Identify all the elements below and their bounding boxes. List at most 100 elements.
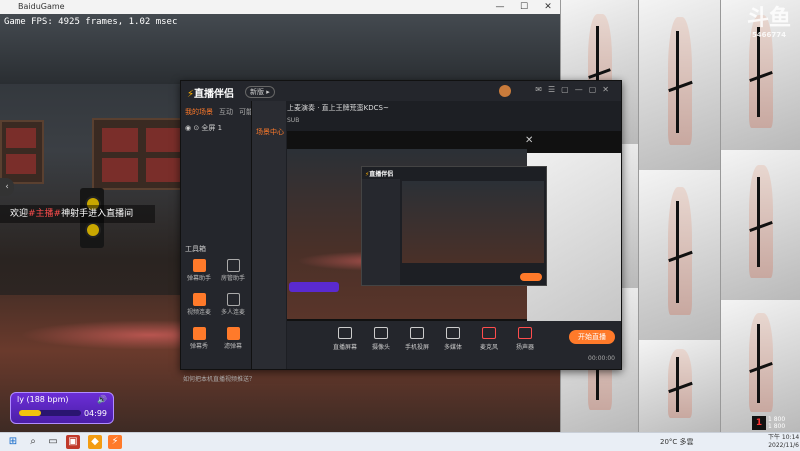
task-view-icon[interactable]: ▭ (46, 435, 60, 449)
clock[interactable]: 下午 10:14 2022/11/6 (768, 434, 799, 450)
tool-item[interactable]: 房管助手 (219, 257, 247, 285)
close-icon[interactable]: ✕ (525, 135, 533, 146)
action-label: 多媒体 (443, 344, 462, 351)
tool-item[interactable]: 弹幕助手 (185, 257, 213, 285)
search-icon[interactable]: ⌕ (26, 435, 40, 449)
chevron-left-icon[interactable]: ‹ (0, 178, 14, 196)
bottom-action-bar: 直播屏幕 摄像头 手机投屏 多媒体 麦克风 扬声器 开始直播 00:00:00 (287, 321, 621, 369)
tool-icon (192, 293, 206, 306)
game-titlebar: BaiduGame — ☐ ✕ (0, 0, 560, 14)
avatar[interactable] (499, 85, 511, 97)
action-icon (338, 327, 352, 339)
version-badge[interactable]: 新版 ▸ (245, 86, 275, 98)
taskbar-app-icon[interactable]: ◆ (88, 435, 102, 449)
app-name: 直播伴侣 (194, 89, 235, 100)
music-progress-fill (19, 410, 41, 416)
preview-canvas[interactable]: ✕ ⚡直播伴侣 (287, 131, 621, 321)
bottom-action[interactable]: 多媒体 (435, 327, 471, 351)
photo-tile (638, 340, 720, 432)
tray-stat: 1 800 (768, 423, 786, 430)
action-label: 手机投屏 (404, 344, 429, 351)
game-window-title: BaiduGame (18, 2, 65, 11)
start-live-button[interactable]: 开始直播 (569, 330, 615, 344)
weather-widget[interactable]: 20°C 多雲 (660, 437, 694, 447)
music-time: 04:99 (83, 409, 107, 418)
nested-app-title: ⚡直播伴侣 (365, 171, 394, 178)
help-note[interactable]: 如何把本机直播视频推送？ (183, 374, 255, 383)
welcome-suffix: 神射手进入直播间 (61, 209, 134, 219)
music-widget[interactable]: ly (188 bpm) 🔊 04:99 (10, 392, 114, 424)
action-label: 直播屏幕 (332, 344, 357, 351)
tool-icon (226, 259, 240, 272)
tool-label: 视频连麦 (186, 309, 211, 316)
watermark-id: 5466774 (751, 31, 787, 39)
tray-stat: 1 800 (768, 416, 786, 423)
tool-item[interactable]: 视频连麦 (185, 291, 213, 319)
action-icon (482, 327, 496, 339)
tool-icon (192, 259, 206, 272)
music-progress-bar[interactable] (19, 410, 81, 416)
taskbar-app-icon[interactable]: ⚡ (108, 435, 122, 449)
taskbar: ⊞ ⌕ ▭ ▣ ◆ ⚡ 20°C 多雲 下午 10:14 2022/11/6 (0, 432, 800, 451)
tray-badge: 1 (752, 416, 766, 430)
photo-column (720, 0, 800, 432)
minimize-button[interactable]: — (488, 0, 512, 14)
volume-icon[interactable]: 🔊 (97, 395, 107, 404)
maximize-button[interactable]: ☐ (512, 0, 536, 14)
action-icon (410, 327, 424, 339)
tool-item[interactable]: 滤弹幕 (219, 325, 247, 353)
watermark-logo: 斗鱼 (746, 6, 791, 31)
tool-icon (226, 293, 240, 306)
action-icon (446, 327, 460, 339)
scene-item[interactable]: ◉ ⊙ 全屏 1 (185, 123, 222, 133)
tool-label: 弹幕助手 (186, 275, 211, 282)
tool-label: 多人连麦 (220, 309, 245, 316)
music-title: ly (188 bpm) (17, 395, 69, 404)
stream-sub-bar: SUB (287, 117, 300, 124)
nested-app-preview: ⚡直播伴侣 (361, 166, 547, 286)
platform-watermark: 斗鱼 5466774 (746, 8, 792, 42)
action-label: 麦克风 (479, 344, 498, 351)
photo-tile (720, 300, 800, 432)
nested-music-widget (289, 282, 339, 292)
scene-center-title: 场景中心 (256, 128, 284, 136)
tray-stats: 1 800 1 800 (768, 416, 785, 430)
bottom-action[interactable]: 麦克风 (471, 327, 507, 351)
live-timer: 00:00:00 (588, 355, 615, 362)
bottom-action[interactable]: 直播屏幕 (327, 327, 363, 351)
fps-readout: Game FPS: 4925 frames, 1.02 msec (4, 17, 178, 27)
close-button[interactable]: ✕ (536, 0, 560, 14)
bottom-action[interactable]: 手机投屏 (399, 327, 435, 351)
app-topbar: ⚡直播伴侣 新版 ▸ ✉☰▢—▢✕ (181, 81, 621, 101)
photo-column (638, 0, 720, 432)
tool-label: 房管助手 (220, 275, 245, 282)
tool-item[interactable]: 弹幕秀 (185, 325, 213, 353)
action-icon (374, 327, 388, 339)
welcome-message: 欢迎#主播#神射手进入直播间 (0, 205, 155, 223)
action-label: 扬声器 (515, 344, 534, 351)
action-label: 摄像头 (371, 344, 390, 351)
toolbox-title: 工具箱 (185, 245, 206, 253)
clock-date: 2022/11/6 (768, 442, 799, 449)
tool-label: 弹幕秀 (189, 343, 208, 350)
photo-tile (638, 0, 720, 170)
stream-title[interactable]: 上麦演奏 · 直上王牌荒蛮KDCS~ (287, 103, 621, 117)
clock-time: 下午 10:14 (768, 434, 800, 441)
bottom-action[interactable]: 摄像头 (363, 327, 399, 351)
welcome-name: #主播# (28, 209, 62, 219)
scene-center-column: 场景中心 (251, 101, 286, 369)
tool-icon (226, 327, 240, 340)
windows-start-icon[interactable]: ⊞ (6, 435, 20, 449)
welcome-prefix: 欢迎 (10, 209, 29, 219)
tab-interact[interactable]: 互动 (219, 108, 233, 116)
window-controls[interactable]: ✉☰▢—▢✕ (535, 85, 615, 94)
action-icon (518, 327, 532, 339)
tool-item[interactable]: 多人连麦 (219, 291, 247, 319)
bottom-action[interactable]: 扬声器 (507, 327, 543, 351)
photo-tile (720, 150, 800, 300)
tab-my-scenes[interactable]: 我的场景 (185, 108, 213, 116)
taskbar-app-icon[interactable]: ▣ (66, 435, 80, 449)
app-logo: ⚡直播伴侣 (187, 89, 235, 100)
streaming-app-window: ⚡直播伴侣 新版 ▸ ✉☰▢—▢✕ 我的场景 互动 可能用 ◉ ⊙ 全屏 1 工具箱… (180, 80, 622, 383)
photo-tile (638, 170, 720, 340)
